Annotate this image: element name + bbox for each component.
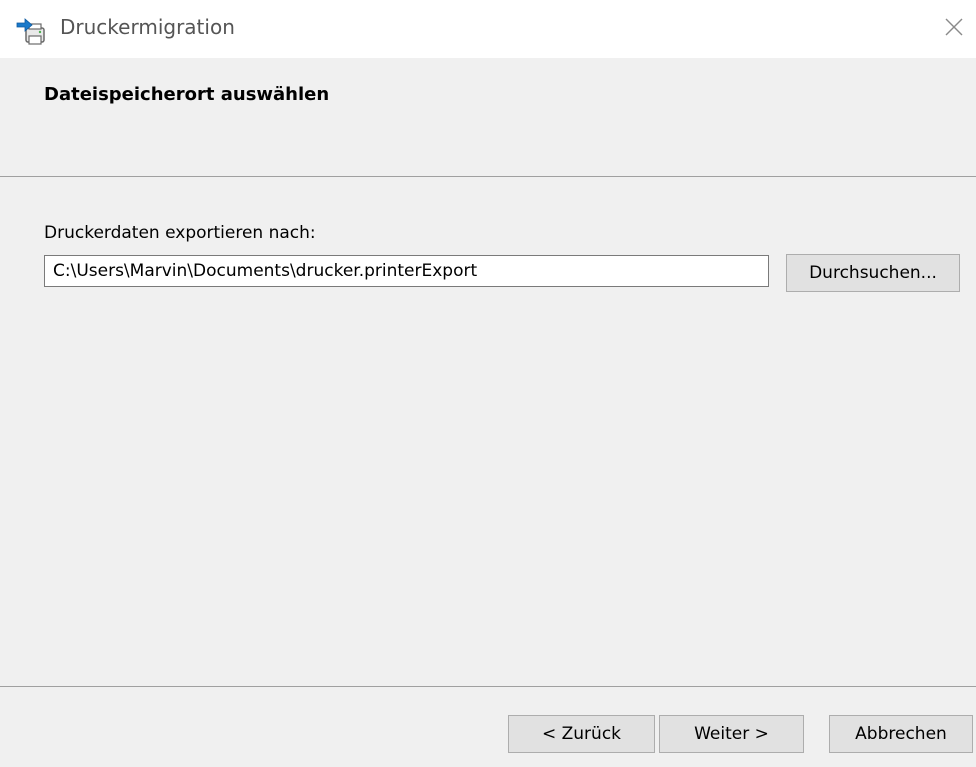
page-title: Dateispeicherort auswählen	[44, 84, 330, 105]
header-divider	[0, 176, 976, 177]
dialog-window: Druckermigration Dateispeicherort auswäh…	[0, 0, 976, 767]
window-title: Druckermigration	[60, 15, 235, 39]
back-button[interactable]: < Zurück	[508, 715, 655, 753]
export-path-input[interactable]: C:\Users\Marvin\Documents\drucker.printe…	[44, 255, 769, 287]
footer-divider	[0, 686, 976, 687]
cancel-button[interactable]: Abbrechen	[829, 715, 973, 753]
wizard-header: Dateispeicherort auswählen	[0, 58, 976, 176]
printer-migration-icon	[14, 14, 48, 48]
next-button[interactable]: Weiter >	[659, 715, 804, 753]
title-bar: Druckermigration	[0, 0, 976, 58]
close-icon	[944, 17, 964, 41]
close-button[interactable]	[932, 0, 976, 58]
export-path-label: Druckerdaten exportieren nach:	[44, 223, 316, 243]
browse-button[interactable]: Durchsuchen...	[786, 254, 960, 292]
